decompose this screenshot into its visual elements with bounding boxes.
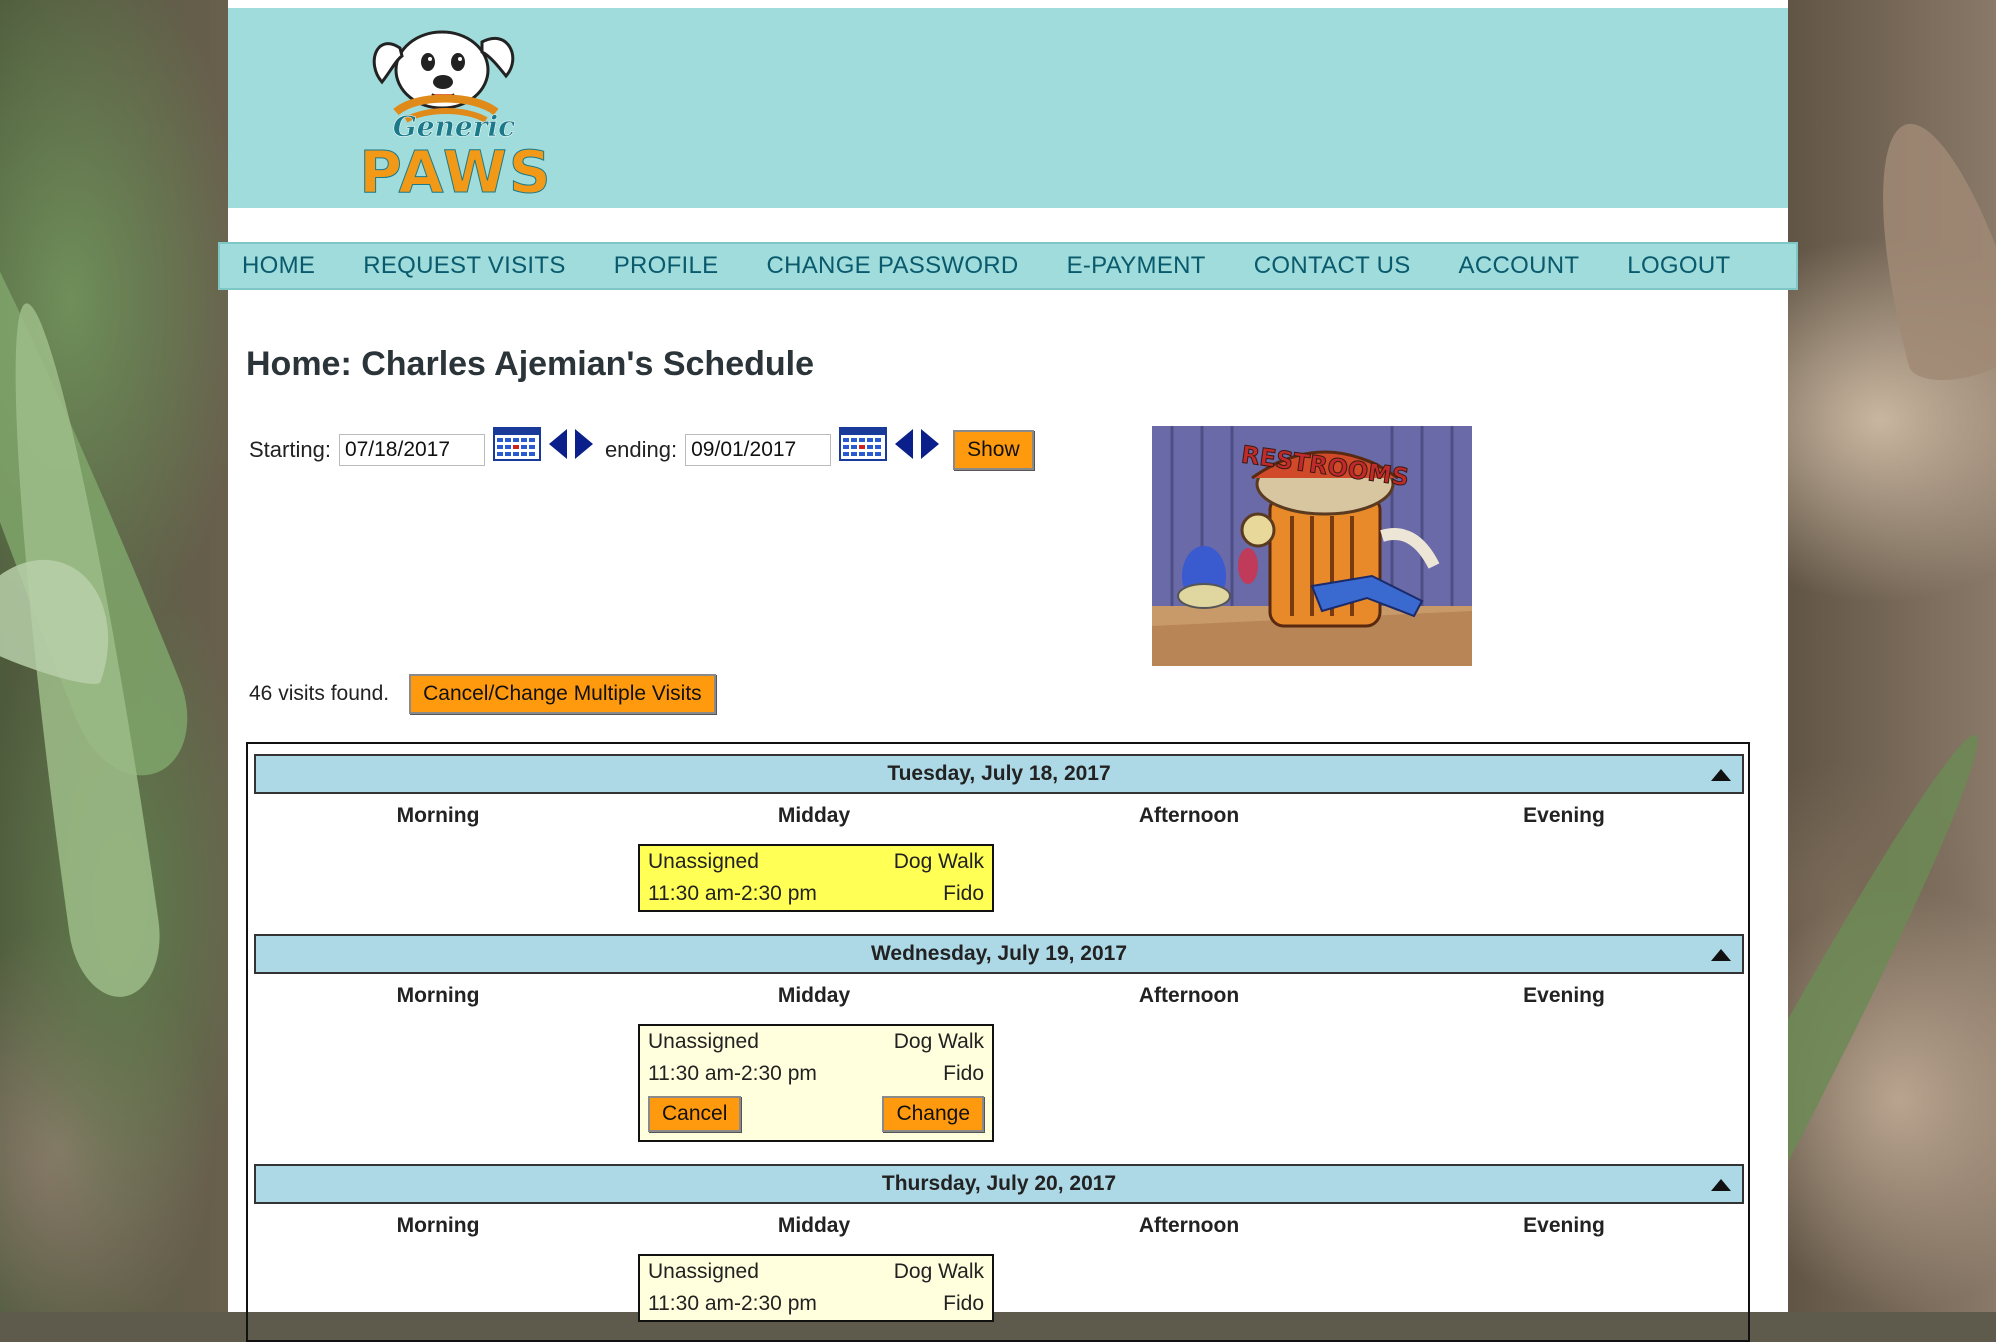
visit-time: 11:30 am-2:30 pm <box>648 1062 817 1085</box>
end-date-label: ending: <box>604 437 678 462</box>
cancel-visit-button[interactable]: Cancel <box>648 1096 742 1132</box>
generic-paws-logo[interactable]: Generic PAWS <box>346 12 566 206</box>
change-visit-button[interactable]: Change <box>882 1096 984 1132</box>
visits-summary: 46 visits found. Cancel/Change Multiple … <box>249 674 716 714</box>
slot-evening: Evening <box>1523 984 1605 1007</box>
end-next-arrow-icon[interactable] <box>919 427 941 461</box>
page-container: Generic PAWS HOME REQUEST VISITS PROFILE… <box>218 0 1798 1342</box>
visit-walker: Unassigned <box>648 850 759 873</box>
end-prev-arrow-icon[interactable] <box>893 427 915 461</box>
nav-logout[interactable]: LOGOUT <box>1627 252 1730 280</box>
visit-service: Dog Walk <box>893 850 984 873</box>
day-header[interactable]: Tuesday, July 18, 2017 <box>254 754 1744 794</box>
visit-pet: Fido <box>943 882 984 905</box>
nav-e-payment[interactable]: E-PAYMENT <box>1067 252 1206 280</box>
visit-card[interactable]: Unassigned Dog Walk 11:30 am-2:30 pm Fido … <box>638 1024 994 1142</box>
slot-morning: Morning <box>396 804 480 827</box>
nav-change-password[interactable]: CHANGE PASSWORD <box>766 252 1018 280</box>
slot-midday: Midday <box>777 1214 851 1237</box>
cancel-change-multiple-button[interactable]: Cancel/Change Multiple Visits <box>409 674 716 714</box>
nav-request-visits[interactable]: REQUEST VISITS <box>363 252 565 280</box>
start-date-label: Starting: <box>249 437 331 462</box>
slot-morning: Morning <box>396 984 480 1007</box>
start-next-arrow-icon[interactable] <box>573 427 595 461</box>
visits-found-count: 46 visits found. <box>249 682 390 705</box>
start-prev-arrow-icon[interactable] <box>547 427 569 461</box>
nav-account[interactable]: ACCOUNT <box>1459 252 1580 280</box>
collapse-arrow-icon[interactable] <box>1710 1178 1732 1192</box>
logo-text-paws: PAWS <box>359 138 552 206</box>
visit-service: Dog Walk <box>893 1030 984 1053</box>
collapse-arrow-icon[interactable] <box>1710 768 1732 782</box>
slot-evening: Evening <box>1523 804 1605 827</box>
visit-card[interactable]: Unassigned Dog Walk 11:30 am-2:30 pm Fido <box>638 844 994 912</box>
visit-walker: Unassigned <box>648 1030 759 1053</box>
visit-walker: Unassigned <box>648 1260 759 1283</box>
day-date: Wednesday, July 19, 2017 <box>870 942 1128 965</box>
visit-time: 11:30 am-2:30 pm <box>648 882 817 905</box>
restrooms-mural-photo: RESTROOMS <box>1152 426 1472 666</box>
slot-evening: Evening <box>1523 1214 1605 1237</box>
day-header[interactable]: Thursday, July 20, 2017 <box>254 1164 1744 1204</box>
schedule-table: Tuesday, July 18, 2017 Morning Midday Af… <box>246 742 1750 1342</box>
collapse-arrow-icon[interactable] <box>1710 948 1732 962</box>
visit-pet: Fido <box>943 1062 984 1085</box>
nav-home[interactable]: HOME <box>242 252 315 280</box>
start-calendar-icon[interactable] <box>492 427 541 461</box>
slot-afternoon: Afternoon <box>1138 804 1240 827</box>
end-date-input[interactable] <box>685 434 832 466</box>
slot-morning: Morning <box>396 1214 480 1237</box>
end-calendar-icon[interactable] <box>839 427 888 461</box>
visit-time: 11:30 am-2:30 pm <box>648 1292 817 1315</box>
day-date: Thursday, July 20, 2017 <box>881 1172 1117 1195</box>
date-range-controls: Starting: ending: <box>249 427 1034 470</box>
page-title: Home: Charles Ajemian's Schedule <box>246 345 815 383</box>
nav-profile[interactable]: PROFILE <box>614 252 719 280</box>
visit-pet: Fido <box>943 1292 984 1315</box>
day-header[interactable]: Wednesday, July 19, 2017 <box>254 934 1744 974</box>
nav-contact-us[interactable]: CONTACT US <box>1254 252 1411 280</box>
visit-service: Dog Walk <box>893 1260 984 1283</box>
show-button[interactable]: Show <box>953 430 1034 470</box>
slot-midday: Midday <box>777 984 851 1007</box>
site-header: Generic PAWS <box>228 8 1788 208</box>
start-date-input[interactable] <box>338 434 485 466</box>
day-date: Tuesday, July 18, 2017 <box>887 762 1111 785</box>
main-nav: HOME REQUEST VISITS PROFILE CHANGE PASSW… <box>218 242 1798 290</box>
slot-afternoon: Afternoon <box>1138 1214 1240 1237</box>
slot-afternoon: Afternoon <box>1138 984 1240 1007</box>
slot-midday: Midday <box>777 804 851 827</box>
